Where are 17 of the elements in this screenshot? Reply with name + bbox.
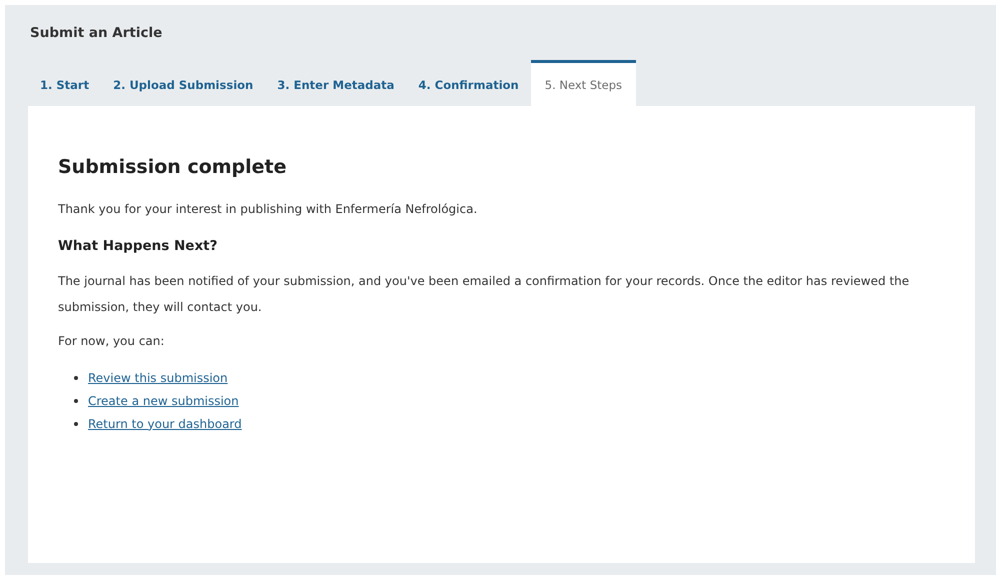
action-link[interactable]: Return to your dashboard bbox=[88, 416, 242, 430]
step-tab[interactable]: 1. Start bbox=[28, 60, 102, 106]
action-link[interactable]: Review this submission bbox=[88, 370, 228, 384]
intro-text: Thank you for your interest in publishing with Enfermería Nefrológica. bbox=[58, 201, 478, 218]
step-tab[interactable]: 4. Confirmation bbox=[406, 60, 531, 106]
step-tab[interactable]: 2. Upload Submission bbox=[101, 60, 266, 106]
bullet-icon bbox=[74, 422, 78, 426]
action-link[interactable]: Create a new submission bbox=[88, 394, 239, 408]
step-tab[interactable]: 3. Enter Metadata bbox=[265, 60, 406, 106]
section-heading: What Happens Next? bbox=[58, 238, 218, 254]
prompt-text: For now, you can: bbox=[58, 333, 166, 350]
bullet-icon bbox=[74, 398, 78, 402]
page-heading: Submission complete bbox=[58, 156, 288, 178]
info-paragraph: The journal has been notified of your submission, and you've been emailed a confirmation for your records. Once the editor has reviewed the submission, they will contact you. bbox=[58, 273, 910, 316]
page-title: Submit an Article bbox=[30, 25, 164, 41]
step-tab[interactable]: 5. Next Steps bbox=[530, 60, 636, 106]
bullet-icon bbox=[74, 376, 78, 380]
